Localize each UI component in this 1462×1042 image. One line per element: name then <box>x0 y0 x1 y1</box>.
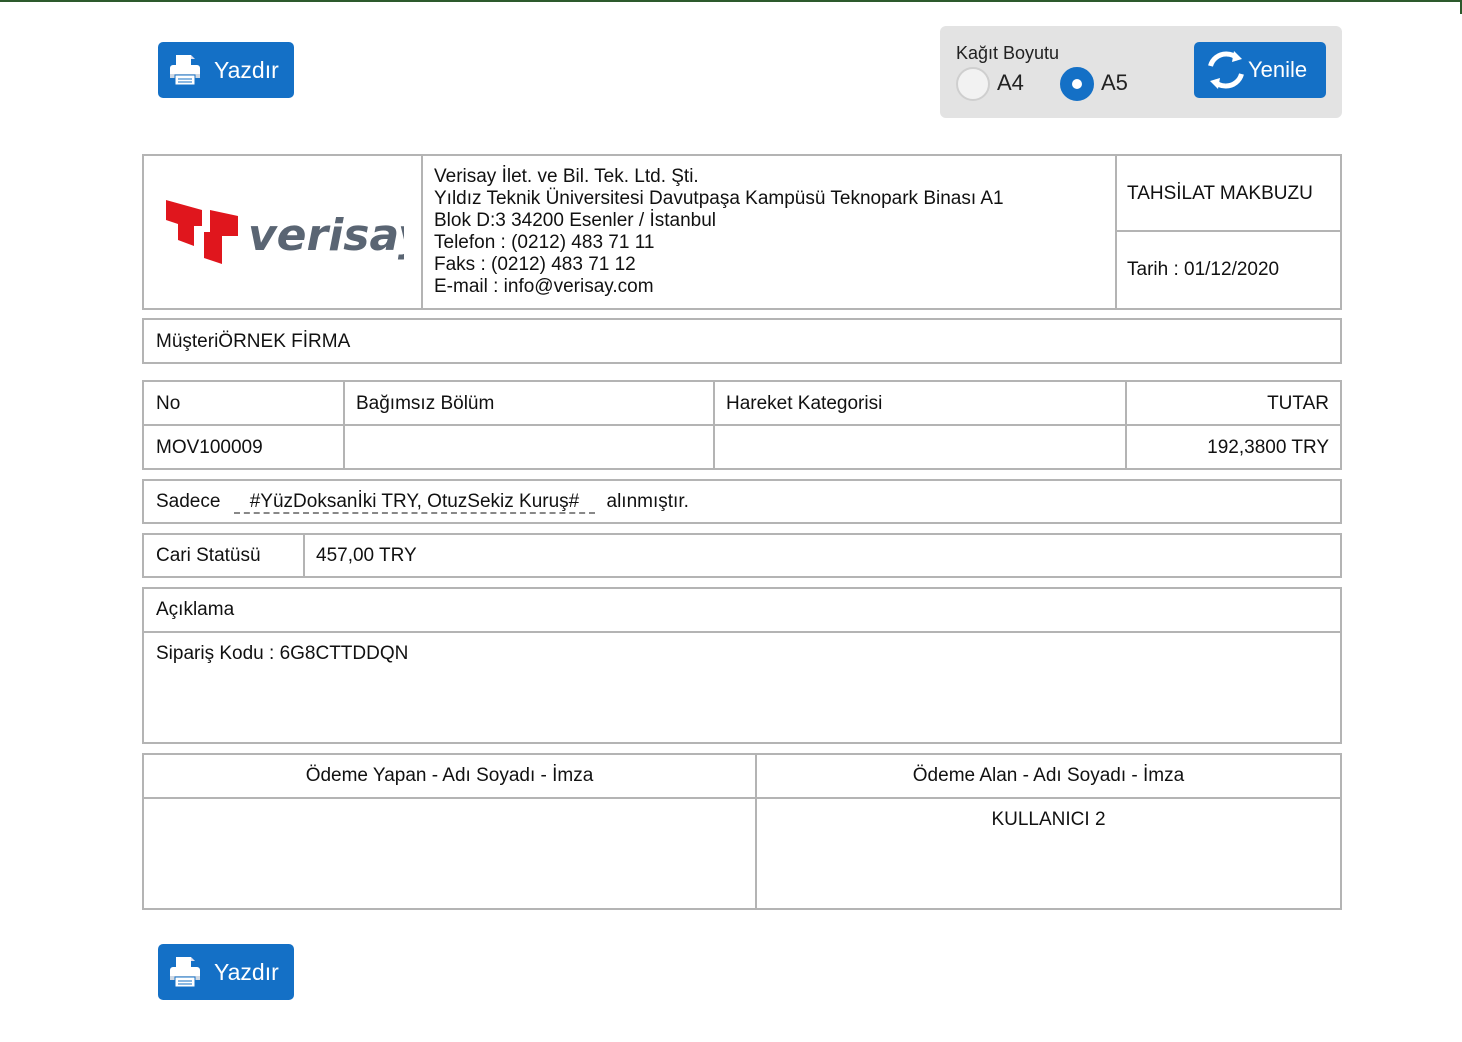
header-no: No <box>156 393 181 414</box>
amount-words-suffix: alınmıştır. <box>606 491 689 512</box>
description-divider <box>144 631 1340 633</box>
row-amount: 192,3800 TRY <box>1207 437 1329 458</box>
signatures-divider <box>144 797 1340 799</box>
company-fax: Faks : (0212) 483 71 12 <box>434 254 636 275</box>
print-button-label: Yazdır <box>214 958 279 985</box>
table-col-divider-2 <box>713 382 715 468</box>
signatures-box: Ödeme Yapan - Adı Soyadı - İmza Ödeme Al… <box>142 753 1342 910</box>
payee-label: Ödeme Alan - Adı Soyadı - İmza <box>912 765 1185 786</box>
paper-size-panel: Kağıt Boyutu A4 A5 Yenile <box>940 26 1342 118</box>
document-title: TAHSİLAT MAKBUZU <box>1127 183 1313 204</box>
description-text: Sipariş Kodu : 6G8CTTDDQN <box>156 643 409 664</box>
company-info: Verisay İlet. ve Bil. Tek. Ltd. Şti. Yıl… <box>434 166 1004 298</box>
movement-table: No Bağımsız Bölüm Hareket Kategorisi TUT… <box>142 380 1342 470</box>
customer-value: ÖRNEK FİRMA <box>218 331 351 352</box>
payer-label: Ödeme Yapan - Adı Soyadı - İmza <box>305 765 594 786</box>
customer-line: MüşteriÖRNEK FİRMA <box>156 331 350 353</box>
company-address-2: Blok D:3 34200 Esenler / İstanbul <box>434 210 717 231</box>
company-name: Verisay İlet. ve Bil. Tek. Ltd. Şti. <box>434 166 699 187</box>
radio-a4-label[interactable]: A4 <box>997 70 1024 96</box>
row-no: MOV100009 <box>156 437 263 458</box>
paper-size-title: Kağıt Boyutu <box>956 43 1060 63</box>
amount-words-text: #YüzDoksanİki TRY, OtuzSekiz Kuruş# <box>233 491 596 514</box>
window-top-border <box>0 0 1462 2</box>
logo-wordmark: verisay <box>248 210 404 261</box>
printer-icon <box>166 52 204 88</box>
printer-icon <box>166 954 204 990</box>
balance-value: 457,00 TRY <box>316 545 417 566</box>
payee-name: KULLANICI 2 <box>991 809 1106 830</box>
description-box: Açıklama Sipariş Kodu : 6G8CTTDDQN <box>142 587 1342 744</box>
header-independent-section: Bağımsız Bölüm <box>356 393 495 414</box>
balance-label: Cari Statüsü <box>156 545 261 566</box>
refresh-label: Yenile <box>1248 57 1308 82</box>
company-logo: verisay <box>164 196 429 271</box>
amount-words-line: Sadece #YüzDoksanİki TRY, OtuzSekiz Kuru… <box>156 491 689 514</box>
header-right-divider <box>1117 230 1340 232</box>
document-date: Tarih : 01/12/2020 <box>1127 259 1280 280</box>
company-address-1: Yıldız Teknik Üniversitesi Davutpaşa Kam… <box>434 188 1004 209</box>
amount-words-row: Sadece #YüzDoksanİki TRY, OtuzSekiz Kuru… <box>142 479 1342 524</box>
refresh-icon <box>1204 48 1248 92</box>
company-email: E-mail : info@verisay.com <box>434 276 654 297</box>
print-button-label: Yazdır <box>214 56 279 83</box>
header-divider-1 <box>421 156 423 308</box>
company-phone: Telefon : (0212) 483 71 11 <box>434 232 655 253</box>
amount-words-prefix: Sadece <box>156 491 221 512</box>
receipt-header: verisay Verisay İlet. ve Bil. Tek. Ltd. … <box>142 154 1342 310</box>
table-row-divider <box>144 424 1340 426</box>
radio-a5-label[interactable]: A5 <box>1101 70 1128 96</box>
refresh-button[interactable]: Yenile <box>1194 42 1326 98</box>
header-divider-2 <box>1115 156 1117 308</box>
table-col-divider-3 <box>1125 382 1127 468</box>
description-label: Açıklama <box>156 599 235 620</box>
balance-divider <box>303 535 305 576</box>
customer-label: Müşteri <box>156 331 219 352</box>
balance-row: Cari Statüsü 457,00 TRY <box>142 533 1342 578</box>
header-amount: TUTAR <box>1267 393 1329 414</box>
print-button-bottom[interactable]: Yazdır <box>158 944 294 1000</box>
table-col-divider-1 <box>343 382 345 468</box>
print-button-top[interactable]: Yazdır <box>158 42 294 98</box>
radio-a5[interactable] <box>1060 67 1094 101</box>
header-movement-category: Hareket Kategorisi <box>726 393 883 414</box>
radio-a4[interactable] <box>956 67 990 101</box>
customer-row: MüşteriÖRNEK FİRMA <box>142 318 1342 364</box>
